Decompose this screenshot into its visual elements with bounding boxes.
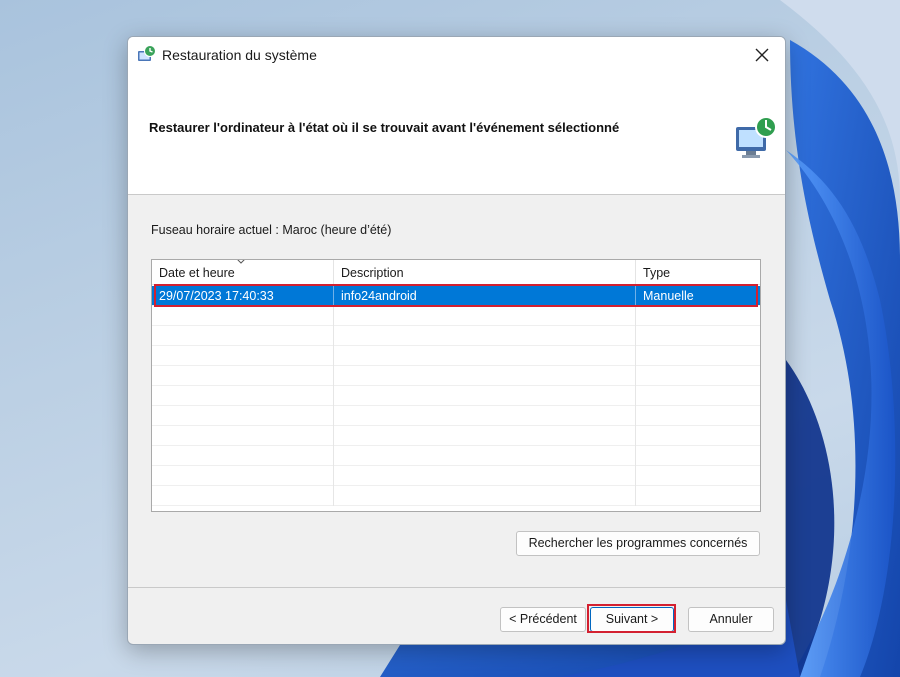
timezone-label: Fuseau horaire actuel : Maroc (heure d’é…	[151, 223, 392, 237]
sort-down-caret-icon	[237, 260, 245, 264]
cell-type: Manuelle	[643, 289, 694, 303]
footer-divider	[128, 587, 785, 588]
wizard-header: Restaurer l'ordinateur à l'état où il se…	[128, 73, 785, 195]
table-row[interactable]: 29/07/2023 17:40:33 info24android Manuel…	[152, 286, 760, 306]
column-header-date[interactable]: Date et heure	[152, 260, 334, 285]
next-button[interactable]: Suivant >	[590, 607, 674, 632]
page-title: Restaurer l'ordinateur à l'état où il se…	[149, 120, 620, 135]
empty-row	[152, 406, 760, 426]
empty-row	[152, 446, 760, 466]
restore-computer-icon	[736, 116, 777, 158]
cell-description: info24android	[334, 286, 636, 306]
empty-row	[152, 366, 760, 386]
list-header: Date et heure Description Type	[152, 260, 760, 285]
restore-points-list[interactable]: Date et heure Description Type 29/07/202…	[151, 259, 761, 512]
cell-date: 29/07/2023 17:40:33	[152, 286, 334, 306]
empty-row	[152, 486, 760, 506]
column-header-description[interactable]: Description	[334, 260, 636, 285]
title-bar: Restauration du système	[128, 37, 785, 73]
empty-row	[152, 466, 760, 486]
empty-row	[152, 346, 760, 366]
empty-row	[152, 426, 760, 446]
window-title: Restauration du système	[162, 47, 317, 63]
system-restore-icon	[138, 45, 156, 61]
system-restore-dialog: Restauration du système Restaurer l'ordi…	[127, 36, 786, 645]
column-label-date: Date et heure	[159, 266, 235, 280]
cancel-button[interactable]: Annuler	[688, 607, 774, 632]
column-header-type[interactable]: Type	[636, 260, 760, 285]
empty-row	[152, 326, 760, 346]
column-label-type: Type	[643, 266, 671, 280]
close-button[interactable]	[739, 37, 785, 73]
find-affected-programs-button[interactable]: Rechercher les programmes concernés	[516, 531, 760, 556]
column-label-description: Description	[341, 266, 404, 280]
empty-row	[152, 386, 760, 406]
close-icon	[755, 48, 769, 62]
previous-button[interactable]: < Précédent	[500, 607, 586, 632]
empty-row	[152, 306, 760, 326]
